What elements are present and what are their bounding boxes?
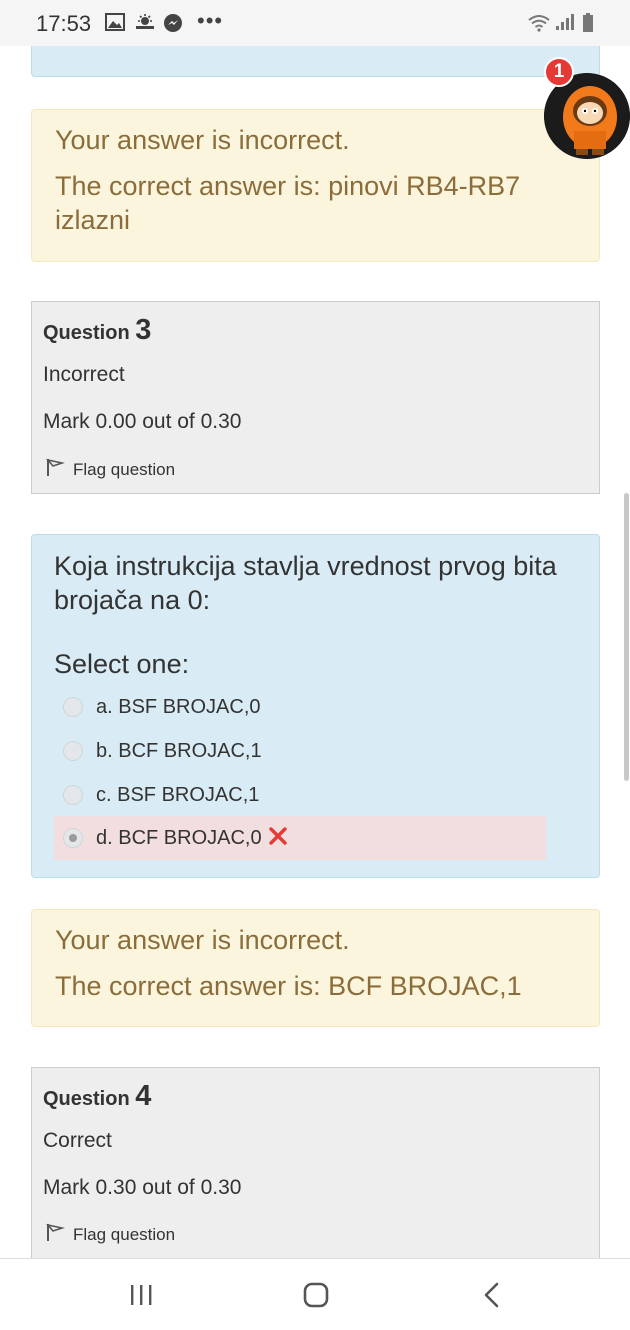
radio-button-selected[interactable] [63,828,83,848]
messenger-icon [163,13,183,38]
feedback-incorrect-text: Your answer is incorrect. [55,125,350,155]
question-mark: Mark 0.00 out of 0.30 [43,410,242,433]
flag-question-label: Flag question [73,459,176,479]
correct-answer-text: The correct answer is: pinovi RB4-RB7 [55,171,521,201]
radio-button[interactable] [63,785,83,805]
previous-question-panel [31,46,600,77]
wifi-icon [527,13,551,38]
image-icon [105,13,125,36]
correct-answer-text: The correct answer is: BCF BROJAC,1 [55,971,522,1001]
feedback-panel: Your answer is incorrect. The correct an… [31,109,600,262]
answer-option-a[interactable]: a. BSF BROJAC,0 [54,685,546,729]
flag-question-link[interactable]: Flag question [45,457,175,482]
question-text: Koja instrukcija stavlja vrednost prvog … [54,551,557,615]
home-icon[interactable] [296,1279,336,1311]
question-title: Question 3 [43,314,152,346]
question-title: Question 4 [43,1080,152,1112]
radio-button[interactable] [63,697,83,717]
answer-option-label: b. BCF BROJAC,1 [96,739,262,762]
recent-apps-icon[interactable] [121,1279,161,1311]
answer-option-label: d. BCF BROJAC,0 [96,826,262,849]
flag-icon [45,457,66,482]
answer-option-label: c. BSF BROJAC,1 [96,783,260,806]
question-info-panel: Question 3 Incorrect Mark 0.00 out of 0.… [31,301,600,494]
answer-option-c[interactable]: c. BSF BROJAC,1 [54,773,546,817]
notification-badge: 1 [544,57,574,87]
flag-question-label: Flag question [73,1224,176,1244]
question-state: Incorrect [43,363,125,386]
correct-answer-text-cont: izlazni [55,205,131,235]
flag-icon [45,1222,66,1247]
question-mark: Mark 0.30 out of 0.30 [43,1176,242,1199]
question-number: 3 [135,314,152,346]
question-number: 4 [135,1080,152,1112]
answer-option-b[interactable]: b. BCF BROJAC,1 [54,729,546,773]
scrollbar-thumb[interactable] [624,493,629,781]
battery-icon [582,13,594,38]
signal-icon [555,13,575,36]
question-content-panel: Koja instrukcija stavlja vrednost prvog … [31,534,600,878]
answer-option-d[interactable]: d. BCF BROJAC,0 [54,816,546,860]
flag-question-link[interactable]: Flag question [45,1222,175,1247]
radio-dot [69,834,77,842]
more-dots-icon: ••• [197,8,224,33]
question-info-panel: Question 4 Correct Mark 0.30 out of 0.30… [31,1067,600,1267]
back-icon[interactable] [472,1279,512,1311]
incorrect-x-icon [268,826,288,851]
radio-button[interactable] [63,741,83,761]
status-time: 17:53 [36,11,92,36]
weather-icon [134,13,156,36]
question-state: Correct [43,1129,112,1152]
status-bar: 17:53 ••• [0,0,630,46]
feedback-panel: Your answer is incorrect. The correct an… [31,909,600,1027]
navigation-bar [0,1258,630,1330]
select-one-prompt: Select one: [54,649,190,679]
feedback-incorrect-text: Your answer is incorrect. [55,925,350,955]
answer-option-label: a. BSF BROJAC,0 [96,695,261,718]
